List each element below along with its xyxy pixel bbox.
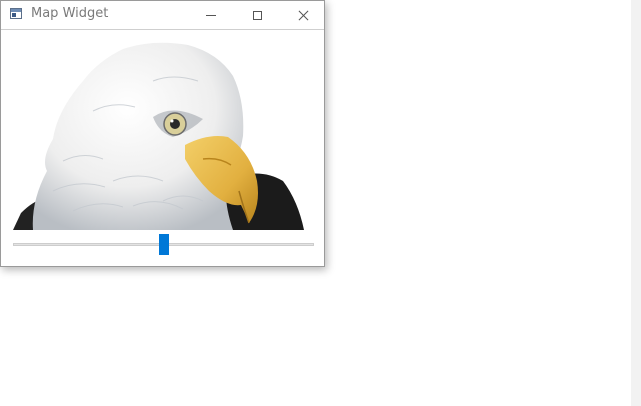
window-title: Map Widget (31, 6, 109, 21)
eagle-image (13, 42, 304, 230)
desktop: Map Widget (0, 0, 641, 406)
minimize-icon (206, 14, 216, 16)
map-widget-window: Map Widget (0, 0, 325, 267)
close-icon (298, 10, 309, 21)
close-button[interactable] (280, 1, 326, 29)
title-bar[interactable]: Map Widget (1, 1, 324, 30)
maximize-button[interactable] (234, 1, 280, 29)
desktop-scroll-strip (631, 0, 641, 406)
window-app-icon[interactable] (10, 8, 22, 19)
minimize-button[interactable] (188, 1, 234, 29)
zoom-slider[interactable] (13, 233, 314, 255)
slider-thumb[interactable] (159, 234, 169, 255)
maximize-icon (252, 10, 262, 20)
